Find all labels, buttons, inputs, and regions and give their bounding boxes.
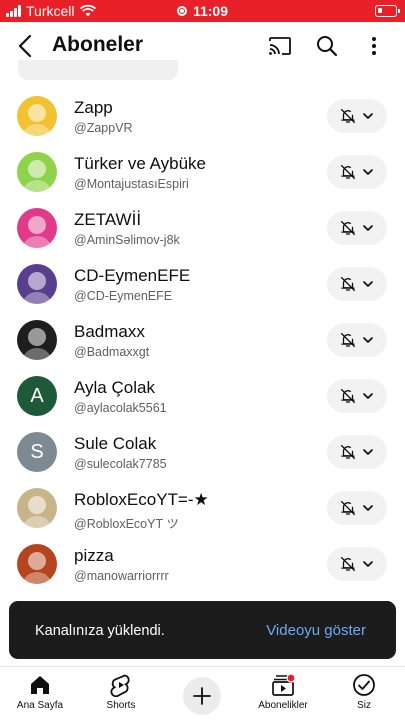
subscription-row[interactable]: CD-EymenEFE @CD-EymenEFE	[0, 256, 405, 312]
nav-home[interactable]: Ana Sayfa	[0, 673, 80, 711]
avatar-image	[23, 104, 51, 136]
channel-name: Ayla Çolak	[74, 378, 155, 397]
plus-icon	[193, 687, 211, 705]
avatar-image	[23, 216, 51, 248]
screen-record-icon	[176, 6, 187, 16]
bell-off-icon	[340, 108, 356, 124]
channel-handle: @Badmaxxgt	[74, 345, 150, 359]
channel-name: pizza	[74, 546, 114, 565]
channel-name: Badmaxx	[74, 322, 145, 341]
clock: 11:09	[192, 3, 229, 19]
nav-you[interactable]: Siz	[324, 673, 404, 711]
channel-name: Sule Colak	[74, 434, 157, 453]
shorts-icon	[110, 674, 130, 697]
channel-name: CD-EymenEFE	[74, 266, 191, 285]
notification-settings-button[interactable]	[327, 491, 387, 525]
chevron-down-icon	[363, 169, 373, 175]
create-button[interactable]	[183, 677, 221, 715]
chevron-down-icon	[363, 113, 373, 119]
search-icon[interactable]	[315, 34, 339, 58]
notification-settings-button[interactable]	[327, 211, 387, 245]
notification-settings-button[interactable]	[327, 547, 387, 581]
notification-settings-button[interactable]	[327, 435, 387, 469]
channel-handle: @manowarriorrrr	[74, 569, 169, 583]
bottom-navigation: Ana Sayfa Shorts Abonelikler Siz	[0, 666, 405, 720]
channel-handle: @sulecolak7785	[74, 457, 167, 471]
notification-settings-button[interactable]	[327, 379, 387, 413]
back-arrow-icon[interactable]	[14, 33, 38, 59]
notification-settings-button[interactable]	[327, 99, 387, 133]
channel-avatar[interactable]	[17, 96, 57, 136]
page-title: Aboneler	[52, 33, 144, 56]
channel-handle: @aylacolak5561	[74, 401, 167, 415]
avatar-image	[23, 160, 51, 192]
chevron-down-icon	[363, 505, 373, 511]
channel-name: Türker ve Aybüke	[74, 154, 206, 173]
channel-avatar[interactable]	[17, 544, 57, 584]
upload-snackbar: Kanalınıza yüklendi. Videoyu göster	[9, 601, 396, 659]
chevron-down-icon	[363, 393, 373, 399]
notification-settings-button[interactable]	[327, 323, 387, 357]
chevron-down-icon	[363, 281, 373, 287]
channel-handle: @MontajustasıEspiri	[74, 177, 189, 191]
avatar-image	[23, 496, 51, 528]
snackbar-message: Kanalınıza yüklendi.	[35, 623, 165, 639]
channel-name: Zapp	[74, 98, 113, 117]
channel-handle: @AminSəlimov-j8k	[74, 233, 180, 247]
channel-avatar[interactable]: S	[17, 432, 57, 472]
more-options-icon[interactable]	[362, 34, 386, 58]
channel-handle: @ZappVR	[74, 121, 133, 135]
channel-name: ZETAWİİ	[74, 210, 142, 229]
subscription-row[interactable]: RobloxEcoYT=-★ @RobloxEcoYT ツ	[0, 480, 405, 536]
channel-name: RobloxEcoYT=-★	[74, 490, 209, 509]
cast-icon[interactable]	[268, 34, 292, 58]
channel-handle: @RobloxEcoYT ツ	[74, 517, 179, 531]
subscription-row[interactable]: pizza @manowarriorrrr	[0, 536, 405, 592]
subscription-list: Zapp @ZappVR Türker ve Aybüke @Montajust…	[0, 88, 405, 592]
channel-avatar[interactable]	[17, 488, 57, 528]
nav-home-label: Ana Sayfa	[16, 700, 64, 711]
sort-chip-partial[interactable]	[18, 60, 178, 80]
bell-off-icon	[340, 332, 356, 348]
channel-avatar[interactable]	[17, 320, 57, 360]
chevron-down-icon	[363, 225, 373, 231]
bell-off-icon	[340, 500, 356, 516]
bell-off-icon	[340, 556, 356, 572]
nav-shorts[interactable]: Shorts	[81, 673, 161, 711]
bell-off-icon	[340, 220, 356, 236]
bell-off-icon	[340, 276, 356, 292]
channel-avatar[interactable]: A	[17, 376, 57, 416]
channel-handle: @CD-EymenEFE	[74, 289, 173, 303]
show-video-button[interactable]: Videoyu göster	[266, 622, 366, 639]
channel-avatar[interactable]	[17, 264, 57, 304]
channel-avatar[interactable]	[17, 208, 57, 248]
notification-settings-button[interactable]	[327, 267, 387, 301]
notification-settings-button[interactable]	[327, 155, 387, 189]
subscription-row[interactable]: Türker ve Aybüke @MontajustasıEspiri	[0, 144, 405, 200]
bell-off-icon	[340, 388, 356, 404]
home-icon	[31, 676, 49, 694]
battery-icon	[375, 5, 400, 17]
nav-shorts-label: Shorts	[106, 700, 136, 711]
avatar-image	[23, 328, 51, 360]
subscription-row[interactable]: Badmaxx @Badmaxxgt	[0, 312, 405, 368]
bell-off-icon	[340, 444, 356, 460]
chevron-down-icon	[363, 337, 373, 343]
avatar-image	[23, 552, 51, 584]
subscription-row[interactable]: ZETAWİİ @AminSəlimov-j8k	[0, 200, 405, 256]
channel-avatar[interactable]	[17, 152, 57, 192]
bell-off-icon	[340, 164, 356, 180]
chevron-down-icon	[363, 449, 373, 455]
subscription-row[interactable]: A Ayla Çolak @aylacolak5561	[0, 368, 405, 424]
subscription-row[interactable]: Zapp @ZappVR	[0, 88, 405, 144]
subscription-row[interactable]: S Sule Colak @sulecolak7785	[0, 424, 405, 480]
status-bar: Turkcell 11:09	[0, 0, 405, 22]
profile-check-icon	[353, 674, 375, 696]
nav-subscriptions[interactable]: Abonelikler	[243, 673, 323, 711]
nav-subscriptions-label: Abonelikler	[258, 700, 308, 711]
avatar-image	[23, 272, 51, 304]
chevron-down-icon	[363, 561, 373, 567]
nav-you-label: Siz	[357, 700, 371, 711]
subscriptions-icon	[272, 673, 295, 696]
